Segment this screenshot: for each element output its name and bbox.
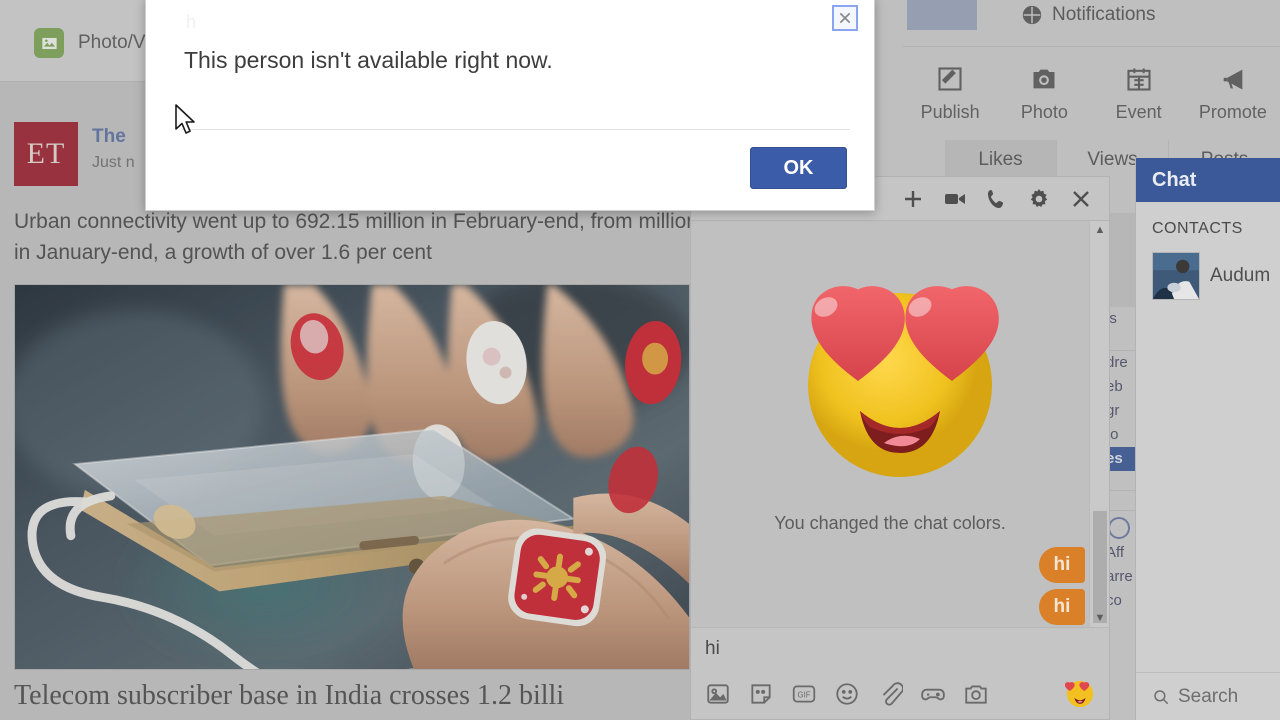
chat-sidebar-title: Chat <box>1152 168 1197 191</box>
chat-search-field[interactable]: Search <box>1136 672 1280 720</box>
admin-action-publish[interactable]: Publish <box>903 65 997 123</box>
admin-action-label: Publish <box>920 102 980 122</box>
megaphone-icon <box>1219 65 1247 93</box>
video-call-icon[interactable] <box>943 187 967 211</box>
voice-call-icon[interactable] <box>985 187 1009 211</box>
calendar-icon <box>1125 65 1153 93</box>
camera-icon <box>1030 65 1058 93</box>
gif-icon[interactable]: GIF <box>791 681 817 707</box>
admin-notifications-label: Notifications <box>1052 4 1156 25</box>
camera-icon[interactable] <box>963 681 989 707</box>
admin-action-label: Promote <box>1198 102 1267 122</box>
games-icon[interactable] <box>920 681 946 707</box>
post-photo-attachment[interactable] <box>14 284 690 670</box>
dialog-message: This person isn't available right now. <box>184 47 553 73</box>
chat-message-input[interactable]: hi <box>705 638 1095 660</box>
emoji-icon[interactable] <box>834 681 860 707</box>
chat-input-area: hi GIF <box>691 627 1109 719</box>
outgoing-message-group: hi hi <box>1039 547 1085 625</box>
chat-conversation-window: You changed the chat colors. hi hi ▲ ▼ h… <box>690 176 1110 720</box>
scroll-down-arrow[interactable]: ▼ <box>1090 609 1109 627</box>
dialog-divider <box>182 129 850 130</box>
admin-action-promote[interactable]: Promote <box>1186 65 1280 123</box>
chat-search-placeholder: Search <box>1178 685 1239 707</box>
post-timestamp: Just n <box>92 154 135 171</box>
screen-root: Photo/V ET The Just n Urban connectivity… <box>0 0 1280 720</box>
attachment-icon[interactable] <box>877 681 904 707</box>
post-meta: The Just n <box>92 122 135 172</box>
close-chat-icon[interactable] <box>1069 187 1093 211</box>
contact-name: Audum <box>1210 265 1271 286</box>
contacts-section-label: CONTACTS <box>1152 220 1243 237</box>
admin-action-row: Publish Photo Event Promote <box>903 46 1280 123</box>
photo-video-icon <box>34 28 64 58</box>
chat-message-list: You changed the chat colors. hi hi ▲ ▼ <box>691 221 1109 627</box>
admin-action-label: Event <box>1115 102 1162 122</box>
search-icon <box>1152 688 1170 706</box>
scrollbar-thumb[interactable] <box>1093 511 1107 623</box>
avatar <box>1152 252 1200 300</box>
chat-scrollbar[interactable]: ▲ ▼ <box>1089 221 1109 627</box>
admin-action-event[interactable]: Event <box>1092 65 1186 123</box>
admin-tab-selected[interactable] <box>907 0 977 30</box>
compose-icon <box>936 65 964 93</box>
system-message: You changed the chat colors. <box>774 513 1006 533</box>
admin-top-row: Notifications <box>861 0 1280 30</box>
heart-eyes-emoji[interactable] <box>1064 679 1095 709</box>
message-bubble[interactable]: hi <box>1039 547 1085 583</box>
composer-photo-video-label: Photo/V <box>78 32 146 53</box>
close-icon[interactable] <box>832 5 858 31</box>
scroll-up-arrow[interactable]: ▲ <box>1090 221 1109 239</box>
message-bubble[interactable]: hi <box>1039 589 1085 625</box>
globe-icon <box>1021 4 1043 26</box>
et-logo: ET <box>14 122 78 186</box>
chat-sidebar-header[interactable]: Chat <box>1136 158 1280 202</box>
post-caption: Telecom subscriber base in India crosses… <box>14 680 565 711</box>
post-body-text: Urban connectivity went up to 692.15 mil… <box>14 210 698 264</box>
image-icon[interactable] <box>705 681 731 707</box>
ghost-avatar-icon <box>1108 517 1130 539</box>
composer-photo-video-button[interactable]: Photo/V <box>34 28 146 58</box>
admin-notifications-tab[interactable]: Notifications <box>1021 4 1156 26</box>
sticker-icon[interactable] <box>748 681 774 707</box>
tab-likes[interactable]: Likes <box>945 140 1057 180</box>
admin-action-label: Photo <box>1020 102 1068 122</box>
post-source-name[interactable]: The <box>92 126 135 148</box>
add-person-icon[interactable] <box>901 187 925 211</box>
chat-sidebar: Chat CONTACTS Audum Search <box>1135 158 1280 720</box>
alert-dialog: h This person isn't available right now.… <box>145 0 875 211</box>
settings-icon[interactable] <box>1027 187 1051 211</box>
admin-action-photo[interactable]: Photo <box>997 65 1091 123</box>
dialog-title-faint: h <box>186 12 197 32</box>
ok-button[interactable]: OK <box>750 147 847 189</box>
svg-text:GIF: GIF <box>798 691 811 700</box>
contact-list-item[interactable]: Audum <box>1136 246 1280 306</box>
chat-input-toolbar: GIF <box>705 681 989 707</box>
heart-eyes-emoji <box>788 273 1012 481</box>
